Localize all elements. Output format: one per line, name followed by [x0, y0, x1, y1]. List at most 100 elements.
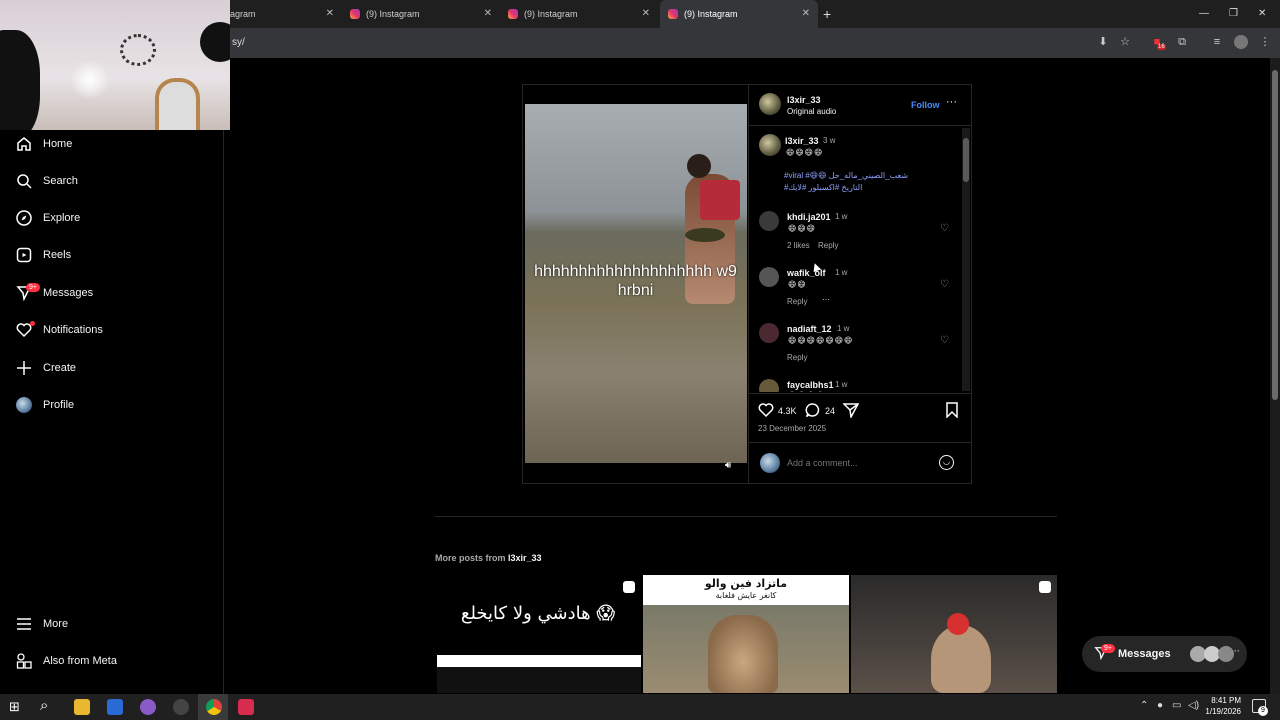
caption-hashtags[interactable]: #viral #😄😄 شعب_الصيني_ماله_حل	[784, 171, 944, 180]
like-comment-icon[interactable]: ♡	[940, 223, 949, 234]
sidebar-item-reels[interactable]: Reels	[15, 245, 71, 265]
caption-emojis: 😄😄😄😄	[786, 148, 824, 157]
url-text[interactable]: sy/	[232, 37, 245, 48]
comment-username[interactable]: nadiaft_12	[787, 324, 832, 334]
webcam-overlay	[0, 0, 230, 130]
current-user-avatar	[760, 453, 780, 473]
post-thumbnail[interactable]: ماتزاد فين والو كانغر عايش فلغابة	[643, 575, 849, 693]
sidebar-item-home[interactable]: Home	[15, 134, 72, 154]
minimize-icon[interactable]: —	[1199, 8, 1209, 19]
audio-label[interactable]: Original audio	[787, 107, 836, 116]
store-icon[interactable]	[107, 699, 123, 715]
clock-time[interactable]: 8:41 PM	[1205, 696, 1241, 705]
hamburger-icon	[15, 615, 33, 633]
like-comment-icon[interactable]: ♡	[940, 279, 949, 290]
sidebar-item-more[interactable]: More	[15, 614, 68, 634]
close-tab-icon[interactable]: ✕	[802, 8, 810, 19]
comment-avatar[interactable]	[759, 323, 779, 343]
app-icon[interactable]	[173, 699, 189, 715]
post-thumbnail[interactable]: هادشي ولا كايخلع 😱	[435, 575, 641, 693]
close-tab-icon[interactable]: ✕	[326, 8, 334, 19]
puzzle-icon[interactable]: ⧉	[1175, 35, 1189, 49]
browser-tab[interactable]: agram ✕	[222, 0, 342, 28]
kebab-menu-icon[interactable]: ⋮	[1258, 35, 1272, 49]
more-icon: ··	[1234, 646, 1240, 656]
sidebar-item-search[interactable]: Search	[15, 171, 78, 191]
browser-tab[interactable]: (9) Instagram ✕	[342, 0, 500, 28]
search-icon[interactable]: ⌕	[40, 697, 48, 714]
restore-icon[interactable]: ❐	[1229, 8, 1238, 19]
sidebar-item-also-from-meta[interactable]: Also from Meta	[15, 651, 117, 671]
comment-row-clipped: faycalbhs1 1 w 😄😄😄😄	[748, 375, 962, 392]
clock-date[interactable]: 1/19/2026	[1201, 707, 1241, 716]
comment-more-icon[interactable]: ···	[822, 295, 830, 304]
thumbnail-screenshot	[437, 667, 641, 693]
instagram-favicon-icon	[668, 9, 678, 19]
instagram-favicon-icon	[508, 9, 518, 19]
page-scrollbar[interactable]	[1270, 58, 1280, 694]
comment-input[interactable]	[787, 456, 927, 470]
caption-avatar[interactable]	[759, 134, 781, 156]
sidebar-item-label: Explore	[43, 212, 81, 224]
follow-button[interactable]: Follow	[911, 100, 940, 110]
app-icon[interactable]	[140, 699, 156, 715]
reply-button[interactable]: Reply	[787, 353, 807, 362]
profile-avatar[interactable]	[1234, 35, 1248, 49]
network-icon[interactable]: ▭	[1172, 700, 1181, 711]
floating-messages-button[interactable]: Messages ··	[1082, 636, 1247, 672]
windows-start-icon[interactable]: ⊞	[9, 699, 20, 715]
comments-scrollbar[interactable]	[962, 128, 970, 391]
close-tab-icon[interactable]: ✕	[642, 8, 650, 19]
floating-messages-badge: 9+	[1101, 644, 1115, 653]
sidebar-item-notifications[interactable]: Notifications	[15, 320, 103, 340]
share-button[interactable]	[842, 402, 860, 420]
comment-avatar[interactable]	[759, 211, 779, 231]
tab-title: (9) Instagram	[524, 9, 578, 19]
reply-button[interactable]: Reply	[787, 297, 807, 306]
avatar	[1218, 646, 1234, 662]
browser-tab-active[interactable]: (9) Instagram ✕	[660, 0, 818, 28]
more-posts-user[interactable]: l3xir_33	[508, 553, 542, 563]
comment-avatar[interactable]	[759, 379, 779, 392]
sidebar-item-create[interactable]: Create	[15, 358, 76, 378]
like-button[interactable]: 4.3K	[758, 402, 797, 420]
comment-text: 😄😄😄😄	[788, 391, 825, 392]
person-image	[931, 625, 991, 693]
sidebar-item-profile[interactable]: Profile	[15, 395, 74, 415]
scrollbar-thumb[interactable]	[1272, 70, 1278, 400]
sidebar-item-explore[interactable]: Explore	[15, 208, 80, 228]
author-username[interactable]: l3xir_33	[787, 95, 821, 105]
reply-button[interactable]: Reply	[818, 241, 838, 250]
sidebar-item-label: Profile	[43, 399, 75, 411]
comment-button[interactable]: 24	[805, 402, 835, 420]
media-icon[interactable]: ≡	[1210, 35, 1224, 49]
volume-icon[interactable]: ◁)	[1188, 700, 1199, 711]
browser-tab[interactable]: (9) Instagram ✕	[500, 0, 658, 28]
comment-time: 1 w	[835, 380, 848, 389]
chrome-icon[interactable]	[206, 699, 222, 715]
thumbnail-subtitle: كانغر عايش فلغابة	[715, 591, 777, 600]
comment-username[interactable]: khdi.ja201	[787, 212, 831, 222]
comment-avatar[interactable]	[759, 267, 779, 287]
new-tab-icon[interactable]: +	[823, 6, 831, 22]
comment-username[interactable]: faycalbhs1	[787, 380, 834, 390]
close-tab-icon[interactable]: ✕	[484, 8, 492, 19]
scrollbar-thumb[interactable]	[963, 138, 969, 182]
bookmark-star-icon[interactable]: ☆	[1118, 35, 1132, 49]
author-avatar[interactable]	[759, 93, 781, 115]
file-explorer-icon[interactable]	[74, 699, 90, 715]
like-comment-icon[interactable]: ♡	[940, 335, 949, 346]
microphone-icon[interactable]: ●	[1157, 700, 1163, 711]
post-thumbnail[interactable]	[851, 575, 1057, 693]
app-icon[interactable]	[238, 699, 254, 715]
install-app-icon[interactable]: ⬇	[1096, 35, 1110, 49]
chevron-up-icon[interactable]: ⌃	[1140, 700, 1148, 711]
comment-likes[interactable]: 2 likes	[787, 241, 810, 250]
caption-username[interactable]: l3xir_33	[785, 136, 819, 146]
more-options-icon[interactable]: ···	[946, 96, 957, 108]
volume-icon[interactable]: 🔊︎	[725, 460, 731, 471]
close-window-icon[interactable]: ✕	[1258, 8, 1266, 19]
save-button[interactable]	[945, 402, 959, 420]
emoji-picker-icon[interactable]: ◡	[939, 455, 954, 470]
caption-hashtags[interactable]: #التاريخ #اكسبلور #لايك	[784, 183, 944, 192]
